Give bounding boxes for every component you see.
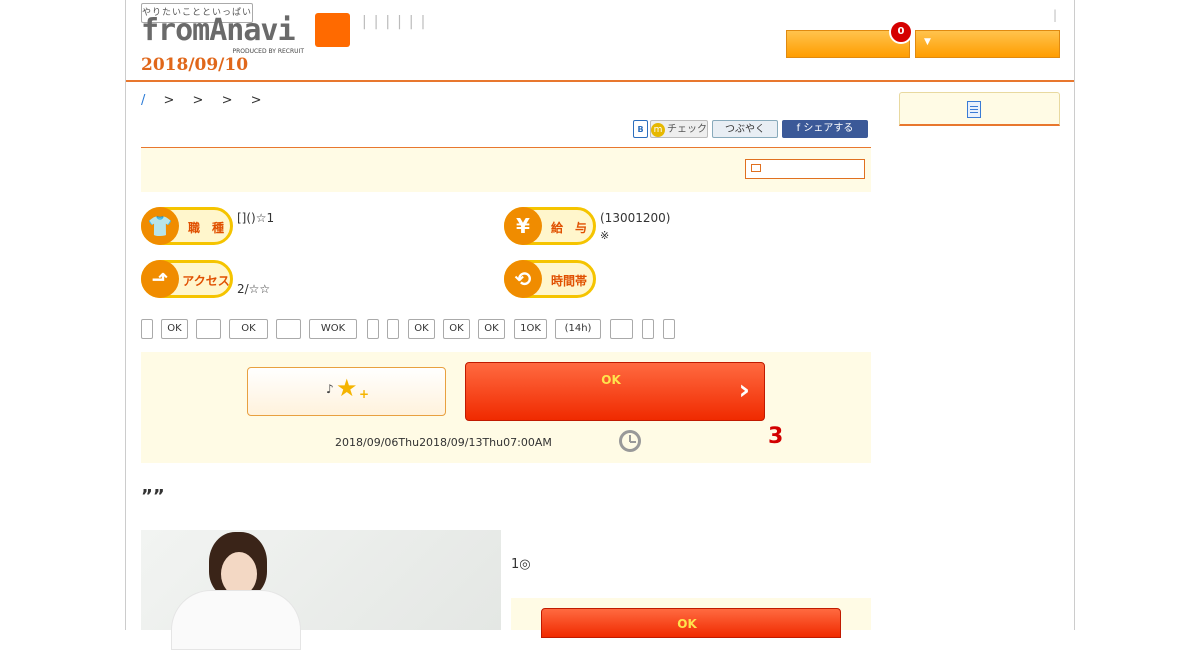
feature-tag: OK (478, 319, 505, 339)
yen-icon: ¥ (504, 207, 542, 245)
access-label: アクセス (182, 274, 230, 288)
apply-button-bottom-label: OK (677, 617, 697, 631)
feature-tag: OK (408, 319, 435, 339)
feature-tag: OK (161, 319, 188, 339)
feature-tag: 1OK (514, 319, 547, 339)
chevron-right-icon: › (738, 373, 750, 406)
photo-body (171, 590, 301, 650)
salary-badge: ¥ 給 与 (504, 207, 596, 245)
open-window-button[interactable] (745, 159, 865, 179)
feature-tags: OK OK WOK OK OK OK 1OK (14h) (141, 319, 871, 339)
feature-tag (141, 319, 153, 339)
breadcrumb: / > > > > (141, 93, 262, 108)
feature-tag (276, 319, 301, 339)
chevron-down-icon: ▼ (924, 37, 931, 47)
page-container: やりたいことといっぱい fromAnavi PRODUCED BY RECRUI… (125, 0, 1075, 650)
feature-tag (387, 319, 399, 339)
logo-wordmark: fromAnavi (141, 13, 296, 48)
apply-button-bottom[interactable]: OK (541, 608, 841, 638)
facebook-share-button[interactable]: f シェアする (782, 120, 868, 138)
feature-tag: OK (229, 319, 268, 339)
feature-tag: (14h) (555, 319, 601, 339)
document-icon (967, 101, 981, 118)
header-utility-link[interactable]: | (1053, 8, 1057, 22)
feature-tag (663, 319, 675, 339)
keep-note: ♪ (326, 382, 334, 396)
shirt-icon: 👕 (141, 207, 179, 245)
feature-tag (196, 319, 221, 339)
clock-arrow-icon: ⟲ (504, 260, 542, 298)
breadcrumb-home-link[interactable]: / (141, 93, 145, 108)
star-icon: ★ (336, 374, 358, 402)
time-badge: ⟲ 時間帯 (504, 260, 596, 298)
salary-value: (13001200) (600, 211, 671, 225)
route-icon: ⬏ (141, 260, 179, 298)
article-heading: ”” (141, 486, 165, 507)
plus-icon: + (359, 387, 370, 401)
mixi-label: チェック (667, 124, 707, 135)
article-description: 1◎ (511, 557, 531, 572)
feature-tag (610, 319, 633, 339)
access-badge: ⬏ アクセス (141, 260, 233, 298)
new-window-icon (751, 164, 761, 172)
twitter-tweet-button[interactable]: つぶやく (712, 120, 778, 138)
keep-count-badge: 0 (889, 20, 913, 44)
clock-icon (619, 430, 641, 452)
feature-tag: WOK (309, 319, 357, 339)
job-title-band (141, 148, 871, 192)
mixi-check-button[interactable]: m チェック (650, 120, 708, 138)
breadcrumb-separators: > > > > (163, 93, 262, 108)
access-value: 2/☆☆ (237, 282, 271, 296)
time-label: 時間帯 (550, 274, 587, 288)
brand-square-icon[interactable] (315, 13, 350, 47)
apply-button-label: OK (601, 373, 621, 387)
apply-panel: ♪ ★ + OK › 2018/09/06Thu2018/09/13Thu07:… (141, 352, 871, 463)
remaining-days: 3 (768, 424, 784, 449)
feature-tag (367, 319, 379, 339)
logo-produced-by: PRODUCED BY RECRUIT (232, 48, 304, 55)
mixi-icon: m (651, 123, 665, 137)
sidebar-history-box[interactable] (899, 92, 1060, 126)
salary-label: 給 与 (550, 221, 587, 235)
workplace-photo (141, 530, 501, 650)
feature-tag (642, 319, 654, 339)
site-header: やりたいことといっぱい fromAnavi PRODUCED BY RECRUI… (126, 0, 1074, 82)
job-type-badge: 👕 職 種 (141, 207, 233, 245)
salary-note: ※ (600, 229, 610, 242)
header-nav-links[interactable]: |||||| (362, 14, 432, 30)
apply-panel-bottom: OK (511, 598, 871, 638)
feature-tag: OK (443, 319, 470, 339)
menu-dropdown-button[interactable]: ▼ (915, 30, 1060, 58)
posting-period: 2018/09/06Thu2018/09/13Thu07:00AM (335, 436, 552, 449)
keep-button[interactable]: ♪ ★ + (247, 367, 446, 416)
site-logo[interactable]: やりたいことといっぱい fromAnavi PRODUCED BY RECRUI… (141, 3, 306, 57)
apply-button[interactable]: OK › (465, 362, 765, 421)
job-type-label: 職 種 (187, 221, 224, 235)
job-type-value: []()☆1 (237, 211, 275, 225)
hatena-bookmark-button[interactable]: B (633, 120, 648, 138)
header-date: 2018/09/10 (141, 55, 249, 75)
